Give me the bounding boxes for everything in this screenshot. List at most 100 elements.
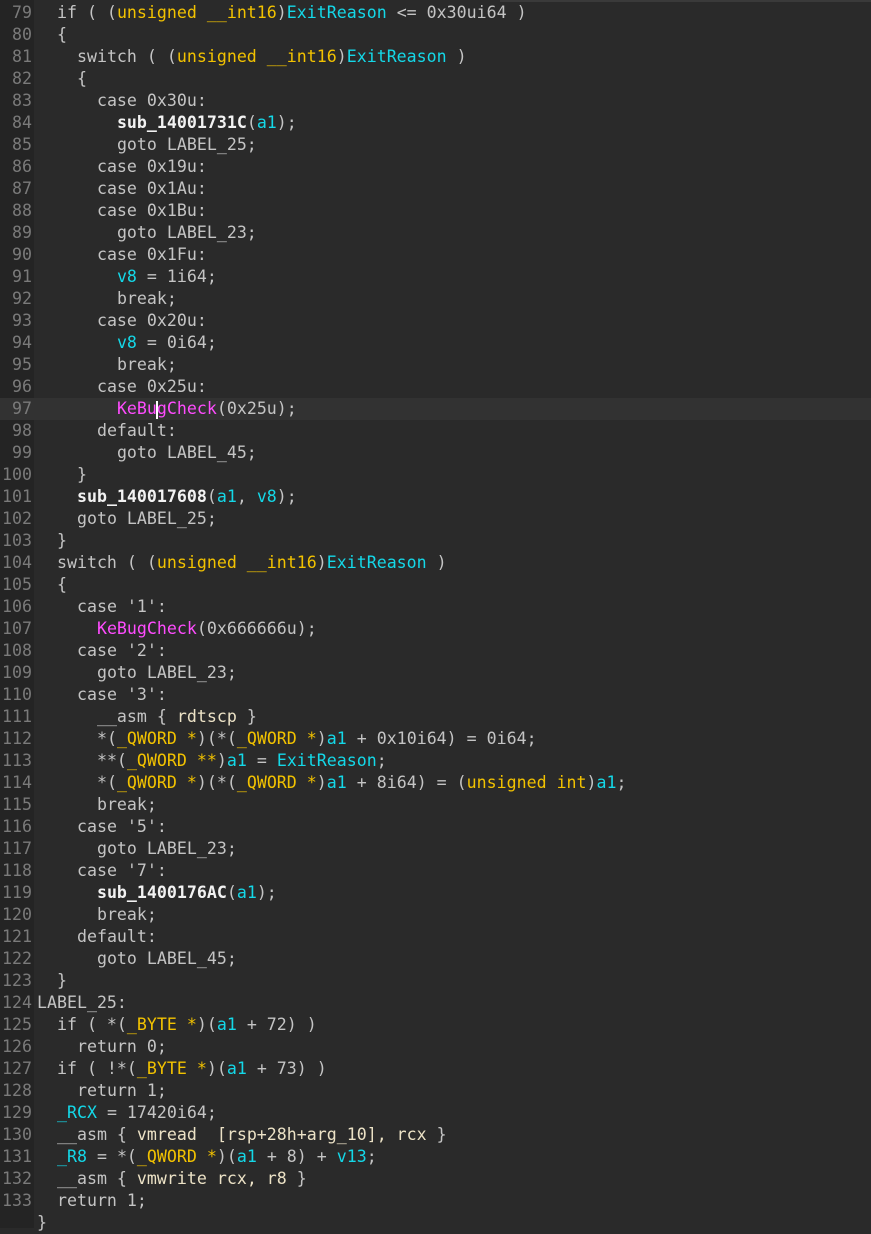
code-line[interactable]: 107 KeBugCheck(0x666666u); [0, 618, 871, 640]
code-line[interactable]: 113 **(_QWORD **)a1 = ExitReason; [0, 750, 871, 772]
api-call-token[interactable]: KeBugCheck [97, 619, 197, 638]
api-call-token[interactable]: gCheck [157, 399, 217, 418]
variable-token[interactable]: _R8 [57, 1147, 87, 1166]
code-line[interactable]: 88 case 0x1Bu: [0, 200, 871, 222]
code-line[interactable]: 98 default: [0, 420, 871, 442]
code-line[interactable]: 104 switch ( (unsigned __int16)ExitReaso… [0, 552, 871, 574]
code-line[interactable]: 129 _RCX = 17420i64; [0, 1102, 871, 1124]
variable-token[interactable]: a1 [237, 883, 257, 902]
variable-token[interactable]: v13 [337, 1147, 367, 1166]
code-line[interactable]: 81 switch ( (unsigned __int16)ExitReason… [0, 46, 871, 68]
line-number: 131 [2, 1147, 32, 1166]
variable-token[interactable]: ExitReason [277, 751, 377, 770]
code-line[interactable]: 126 return 0; [0, 1036, 871, 1058]
function-token[interactable]: sub_140017608 [77, 487, 207, 506]
code-line[interactable]: } [0, 1212, 871, 1234]
variable-token[interactable]: ExitReason [327, 553, 427, 572]
code-line[interactable]: 85 goto LABEL_25; [0, 134, 871, 156]
line-number: 132 [2, 1169, 32, 1188]
code-line[interactable]: 122 goto LABEL_45; [0, 948, 871, 970]
code-line[interactable]: 106 case '1': [0, 596, 871, 618]
line-number: 83 [12, 91, 32, 110]
code-line[interactable]: 112 *(_QWORD *)(*(_QWORD *)a1 + 0x10i64)… [0, 728, 871, 750]
line-number: 121 [2, 927, 32, 946]
variable-token[interactable]: _RCX [57, 1103, 97, 1122]
code-line[interactable]: 117 goto LABEL_23; [0, 838, 871, 860]
variable-token[interactable]: a1 [257, 113, 277, 132]
code-line[interactable]: 123 } [0, 970, 871, 992]
code-text: default: [76, 927, 157, 946]
code-text: break; [96, 905, 157, 924]
function-token[interactable]: sub_14001731C [117, 113, 247, 132]
variable-token[interactable]: a1 [227, 1059, 247, 1078]
code-line[interactable]: 79 if ( (unsigned __int16)ExitReason <= … [0, 2, 871, 24]
code-line[interactable]: 103 } [0, 530, 871, 552]
code-line[interactable]: 90 case 0x1Fu: [0, 244, 871, 266]
code-line[interactable]: 118 case '7': [0, 860, 871, 882]
code-line[interactable]: 110 case '3': [0, 684, 871, 706]
code-line[interactable]: 92 break; [0, 288, 871, 310]
line-number: 110 [2, 685, 32, 704]
code-line[interactable]: 119 sub_1400176AC(a1); [0, 882, 871, 904]
variable-token[interactable]: ExitReason [287, 3, 387, 22]
code-line[interactable]: 121 default: [0, 926, 871, 948]
code-line[interactable]: 95 break; [0, 354, 871, 376]
code-line[interactable]: 94 v8 = 0i64; [0, 332, 871, 354]
code-line[interactable]: 102 goto LABEL_25; [0, 508, 871, 530]
code-line[interactable]: 124 LABEL_25: [0, 992, 871, 1014]
code-line[interactable]: 80 { [0, 24, 871, 46]
variable-token[interactable]: a1 [237, 1147, 257, 1166]
code-line[interactable]: 97 KeBugCheck(0x25u); [0, 398, 871, 420]
code-line[interactable]: 87 case 0x1Au: [0, 178, 871, 200]
code-line[interactable]: 99 goto LABEL_45; [0, 442, 871, 464]
function-token[interactable]: sub_1400176AC [97, 883, 227, 902]
variable-token[interactable]: a1 [217, 487, 237, 506]
code-line[interactable]: 84 sub_14001731C(a1); [0, 112, 871, 134]
code-line[interactable]: 108 case '2': [0, 640, 871, 662]
code-text: goto LABEL_23; [96, 663, 237, 682]
line-number: 111 [2, 707, 32, 726]
code-line[interactable]: 100 } [0, 464, 871, 486]
line-number: 94 [12, 333, 32, 352]
code-line[interactable]: 91 v8 = 1i64; [0, 266, 871, 288]
code-line[interactable]: 127 if ( !*(_BYTE *)(a1 + 73) ) [0, 1058, 871, 1080]
api-call-token[interactable]: KeBu [117, 399, 157, 418]
code-line[interactable]: 114 *(_QWORD *)(*(_QWORD *)a1 + 8i64) = … [0, 772, 871, 794]
code-line[interactable]: 83 case 0x30u: [0, 90, 871, 112]
variable-token[interactable]: v8 [257, 487, 277, 506]
code-line[interactable]: 131 _R8 = *(_QWORD *)(a1 + 8) + v13; [0, 1146, 871, 1168]
variable-token[interactable]: a1 [227, 751, 247, 770]
code-line[interactable]: 130 __asm { vmread [rsp+28h+arg_10], rcx… [0, 1124, 871, 1146]
code-line[interactable]: 115 break; [0, 794, 871, 816]
code-line[interactable]: 82 { [0, 68, 871, 90]
code-area[interactable]: 79 if ( (unsigned __int16)ExitReason <= … [0, 2, 871, 1234]
code-line[interactable]: 86 case 0x19u: [0, 156, 871, 178]
variable-token[interactable]: a1 [327, 729, 347, 748]
code-text: if ( !*( [56, 1059, 137, 1078]
variable-token[interactable]: v8 [117, 333, 137, 352]
code-text: switch ( ( [76, 47, 177, 66]
code-line[interactable]: 105 { [0, 574, 871, 596]
code-line[interactable]: 93 case 0x20u: [0, 310, 871, 332]
line-number: 81 [12, 47, 32, 66]
code-line[interactable]: 125 if ( *(_BYTE *)(a1 + 72) ) [0, 1014, 871, 1036]
code-line[interactable]: 133 return 1; [0, 1190, 871, 1212]
code-line[interactable]: 109 goto LABEL_23; [0, 662, 871, 684]
pseudocode-view[interactable]: 79 if ( (unsigned __int16)ExitReason <= … [0, 0, 871, 1232]
variable-token[interactable]: v8 [117, 267, 137, 286]
code-line[interactable]: 101 sub_140017608(a1, v8); [0, 486, 871, 508]
code-line[interactable]: 132 __asm { vmwrite rcx, r8 } [0, 1168, 871, 1190]
code-line[interactable]: 96 case 0x25u: [0, 376, 871, 398]
variable-token[interactable]: a1 [217, 1015, 237, 1034]
type-token: _BYTE * [126, 1015, 197, 1034]
code-text: case '1': [76, 597, 167, 616]
variable-token[interactable]: a1 [597, 773, 617, 792]
code-line[interactable]: 120 break; [0, 904, 871, 926]
variable-token[interactable]: a1 [327, 773, 347, 792]
code-line[interactable]: 111 __asm { rdtscp } [0, 706, 871, 728]
code-line[interactable]: 116 case '5': [0, 816, 871, 838]
variable-token[interactable]: ExitReason [347, 47, 447, 66]
code-line[interactable]: 89 goto LABEL_23; [0, 222, 871, 244]
line-number: 127 [2, 1059, 32, 1078]
code-line[interactable]: 128 return 1; [0, 1080, 871, 1102]
